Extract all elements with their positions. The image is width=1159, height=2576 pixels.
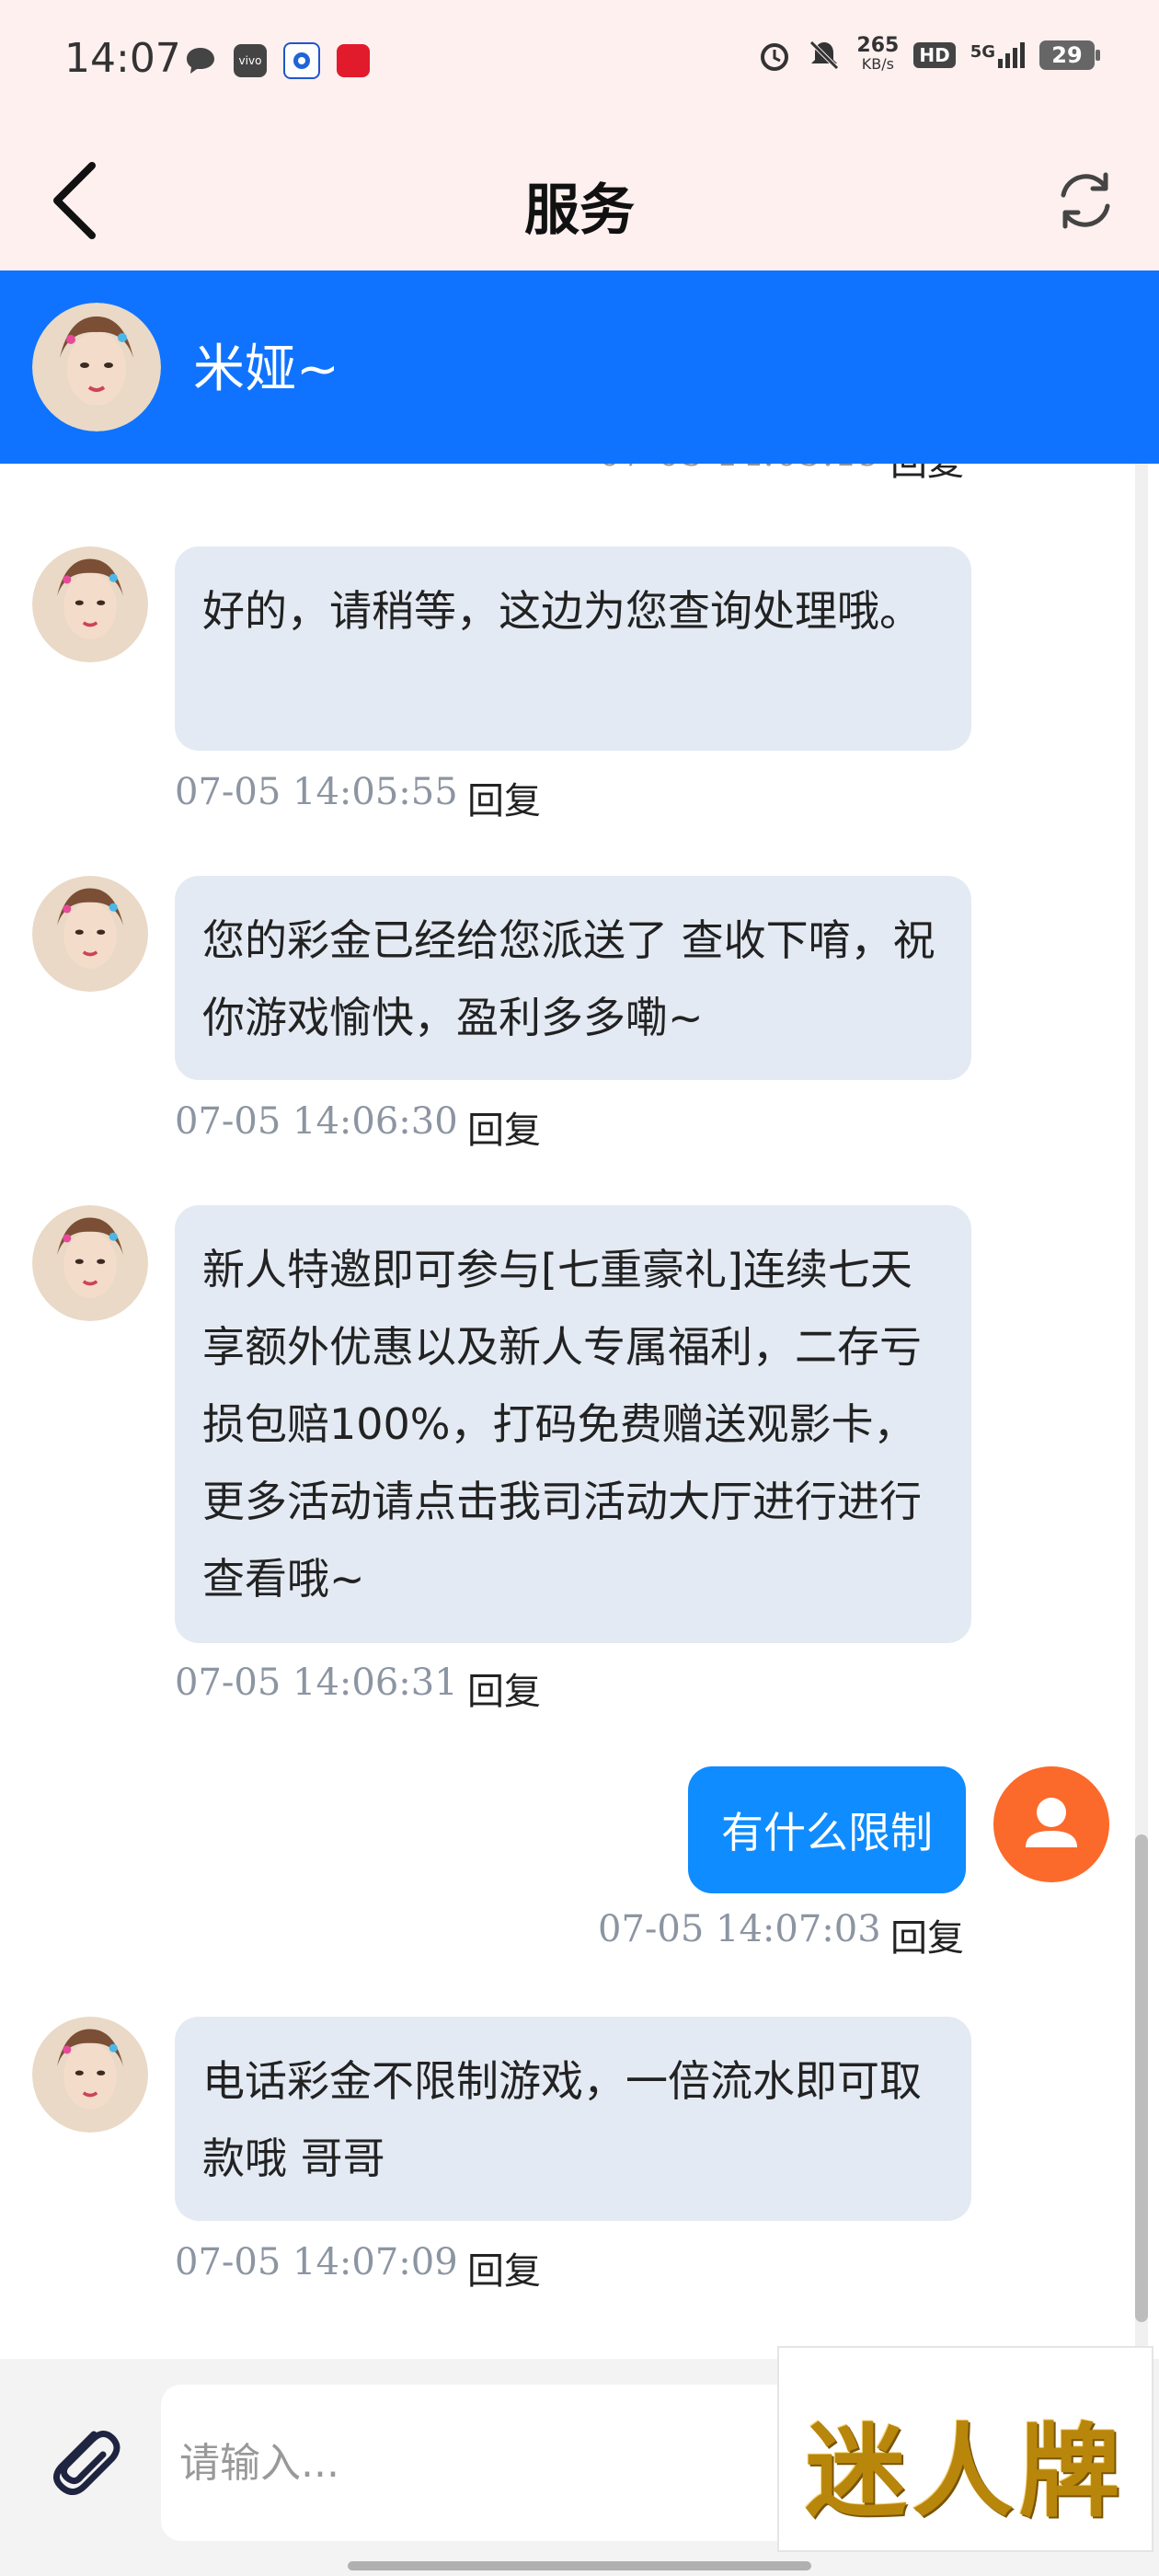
status-time: 14:07 (64, 35, 181, 82)
net-speed: 265 KB/s (856, 34, 900, 74)
agent-header: 米娅~ (0, 270, 1159, 464)
reply-button[interactable]: 回复 (467, 1100, 541, 1154)
agent-message-bubble: 电话彩金不限制游戏，一倍流水即可取款哦 哥哥 (175, 2017, 971, 2221)
status-bar: 14:07 vivo 265 KB/s HD 5G 29 (0, 0, 1159, 129)
agent-name: 米娅~ (193, 339, 339, 399)
nav-bar: 服务 (0, 129, 1159, 270)
reply-button[interactable]: 回复 (467, 2241, 541, 2294)
battery-icon: 29 (1039, 40, 1100, 70)
reply-button[interactable]: 回复 (890, 1908, 964, 1961)
chat-area[interactable]: 07-05 14:05:19 回复 好的，请稍等，这边为您查询处理哦。 07-0… (0, 464, 1159, 2359)
vivo-icon: vivo (234, 44, 267, 77)
app-blue-icon (283, 42, 320, 79)
reply-button[interactable]: 回复 (467, 1662, 541, 1715)
brand-watermark: 迷人牌 (777, 2346, 1153, 2552)
home-indicator[interactable] (348, 2561, 811, 2570)
mute-bell-icon (809, 40, 840, 70)
message-time: 07-05 14:05:19 (598, 464, 881, 475)
notification-icons: vivo (184, 42, 370, 79)
app-red-icon (337, 44, 370, 77)
agent-avatar (32, 303, 161, 431)
paperclip-icon (53, 2431, 120, 2495)
agent-message-bubble: 您的彩金已经给您派送了 查收下唷，祝你游戏愉快，盈利多多嘞~ (175, 876, 971, 1080)
refresh-icon (1061, 172, 1110, 229)
agent-avatar (32, 1205, 148, 1321)
agent-avatar (32, 876, 148, 992)
agent-message-bubble: 好的，请稍等，这边为您查询处理哦。 (175, 546, 971, 751)
message-time: 07-05 14:07:09 (175, 2241, 458, 2283)
message-time: 07-05 14:05:55 (175, 771, 458, 813)
brand-logo: 迷人牌 (805, 2412, 1126, 2531)
message-time: 07-05 14:06:30 (175, 1100, 458, 1143)
system-icons: 265 KB/s HD 5G 29 (757, 34, 1100, 74)
agent-avatar (32, 546, 148, 662)
user-avatar (993, 1766, 1109, 1882)
signal-icon: 5G (970, 42, 1025, 68)
refresh-button[interactable] (1049, 164, 1122, 237)
attach-button[interactable] (37, 2414, 129, 2506)
scrollbar-thumb[interactable] (1135, 1834, 1148, 2322)
agent-avatar (32, 2017, 148, 2133)
hd-badge: HD (913, 42, 956, 68)
page-title: 服务 (524, 178, 635, 243)
message-time: 07-05 14:07:03 (598, 1908, 881, 1950)
reply-button[interactable]: 回复 (890, 464, 964, 486)
reply-button[interactable]: 回复 (467, 771, 541, 824)
message-icon (184, 44, 217, 77)
person-icon (1026, 1798, 1077, 1847)
alarm-icon (761, 43, 789, 71)
message-time: 07-05 14:06:31 (175, 1662, 458, 1704)
user-message-bubble: 有什么限制 (688, 1766, 966, 1893)
agent-message-bubble: 新人特邀即可参与[七重豪礼]连续七天享额外优惠以及新人专属福利，二存亏损包赔10… (175, 1205, 971, 1643)
